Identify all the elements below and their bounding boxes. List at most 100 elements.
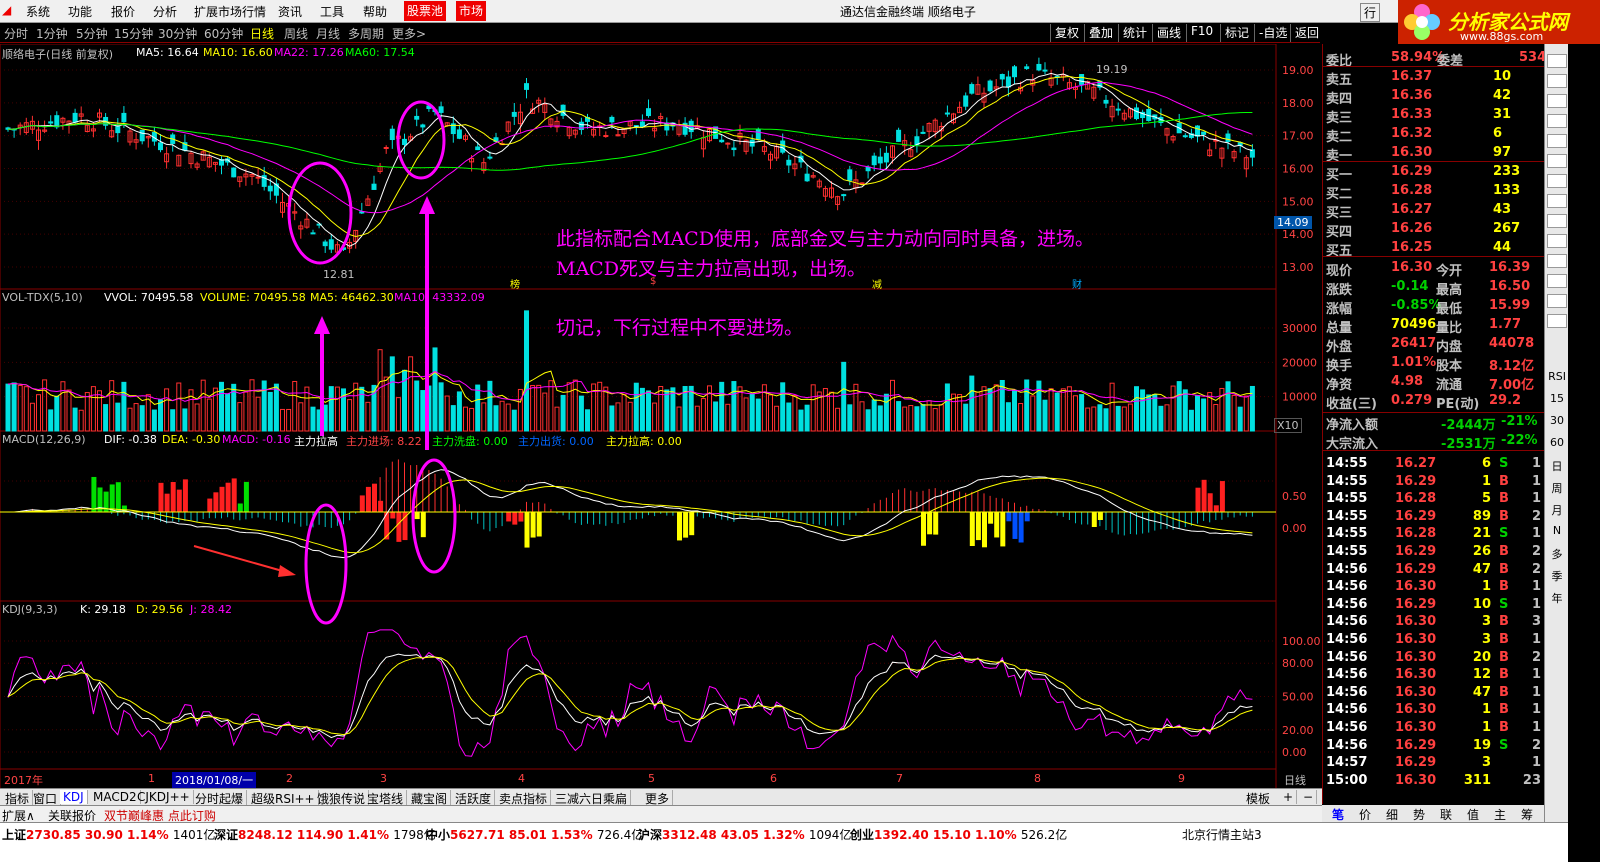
quote-panel-tab[interactable]: 势 [1413,806,1425,823]
side-period-button[interactable]: N [1547,524,1567,538]
side-period-button[interactable]: 季 [1547,568,1567,583]
period-tab[interactable]: 月线 [316,25,340,42]
quote-panel-tab[interactable]: 细 [1386,806,1398,823]
side-tool-icon[interactable] [1547,74,1567,88]
server-label[interactable]: 北京行情主站3 [1182,826,1262,843]
y-tick-label: 18.00 [1282,97,1314,110]
market-button[interactable]: 市场 [456,1,487,21]
side-tool-icon[interactable] [1547,174,1567,188]
volume-bar [1018,403,1024,432]
menu-item[interactable]: 资讯 [278,3,302,20]
period-tab[interactable]: 多周期 [348,25,384,42]
menu-item[interactable]: 功能 [68,3,92,20]
period-tab[interactable]: 30分钟 [158,25,197,42]
side-tool-icon[interactable] [1547,194,1567,208]
chart-canvas[interactable]: 19.00 18.00 17.00 16.00 15.00 14.00 13.00 30000… [0,44,1322,789]
side-tool-icon[interactable] [1547,294,1567,308]
side-period-button[interactable]: 15 [1547,392,1567,406]
j-label: J: 28.42 [190,603,232,616]
menu-item[interactable]: 扩展市场行情 [194,3,266,20]
period-tab[interactable]: 60分钟 [204,25,243,42]
menu-item[interactable]: 工具 [320,3,344,20]
event-marker[interactable]: 减 [872,276,882,291]
stat-row: 净资 4.98 流通 7.00亿 [1326,374,1535,393]
stock-chart-title: 顺络电子(日线 前复权) [2,48,114,61]
dea-label: DEA: -0.30 [162,433,221,446]
volume-bar [176,382,182,432]
stock-pool-button[interactable]: 股票池 [404,1,447,21]
period-tab[interactable]: 15分钟 [114,25,153,42]
d-label: D: 29.56 [136,603,184,616]
side-tool-icon[interactable] [1547,54,1567,68]
indicator-tab[interactable]: CJKDJ++ [134,790,194,804]
event-marker[interactable]: 榜 [510,276,520,291]
period-tab[interactable]: 1分钟 [36,25,68,42]
app-icon[interactable]: ◢ [2,3,11,17]
index-quote[interactable]: 创业1392.40 15.10 1.10% 526.2亿 [850,826,1067,843]
candle-body [963,95,969,107]
toolbar-button[interactable]: 画线 [1152,24,1181,42]
side-period-button[interactable]: 日 [1547,458,1567,473]
add-indicator-button[interactable]: + [1280,790,1298,804]
volume-bar [1024,379,1030,432]
menu-item[interactable]: 系统 [26,3,50,20]
index-quote[interactable]: 上证2730.85 30.90 1.14% 1401亿 [2,826,215,843]
side-tool-icon[interactable] [1547,114,1567,128]
toolbar-button[interactable]: 统计 [1118,24,1147,42]
side-period-button[interactable]: 月 [1547,502,1567,517]
toolbar-button[interactable]: 叠加 [1084,24,1113,42]
volume-bar [225,393,231,432]
period-tab[interactable]: 分时 [4,25,28,42]
period-tab-active[interactable]: 日线 [250,25,274,42]
side-tool-icon[interactable] [1547,234,1567,248]
side-tool-icon[interactable] [1547,274,1567,288]
index-quote[interactable]: 中小5627.71 85.01 1.53% 726.4亿 [426,826,643,843]
indicator-tab[interactable]: KDJ [60,790,88,804]
event-marker[interactable]: 财 [1072,276,1082,291]
side-period-button[interactable]: RSI [1547,370,1567,384]
volume-bar [365,401,371,432]
period-tab[interactable]: 周线 [284,25,308,42]
menu-item[interactable]: 帮助 [363,3,387,20]
period-tab[interactable]: 5分钟 [76,25,108,42]
candle-body [1103,99,1109,104]
side-period-button[interactable]: 30 [1547,414,1567,428]
quote-panel-tab[interactable]: 价 [1359,806,1371,823]
candle-body [871,155,877,166]
toolbar-button[interactable]: 返回 [1290,24,1319,42]
quote-panel-tab[interactable]: 筹 [1521,806,1533,823]
side-period-button[interactable]: 年 [1547,590,1567,605]
candle-body [420,124,426,128]
quote-panel-tab[interactable]: 笔 [1332,806,1344,823]
toolbar-button[interactable]: 标记 [1220,24,1249,42]
menu-item[interactable]: 分析 [153,3,177,20]
toolbar-button[interactable]: -自选 [1254,24,1287,42]
remove-indicator-button[interactable]: − [1300,790,1318,804]
side-tool-icon[interactable] [1547,94,1567,108]
side-tool-icon[interactable] [1547,134,1567,148]
candle-body [475,146,481,151]
side-tool-icon[interactable] [1547,214,1567,228]
menu-item[interactable]: 报价 [111,3,135,20]
volume-bar [36,394,41,432]
side-period-button[interactable]: 60 [1547,436,1567,450]
side-tool-icon[interactable] [1547,314,1567,328]
quote-panel-tab[interactable]: 主 [1494,806,1506,823]
side-period-button[interactable]: 多 [1547,546,1567,561]
period-tab[interactable]: 更多> [392,25,426,42]
toolbar-button[interactable]: F10 [1186,24,1213,42]
menu-right-button[interactable]: 行 [1360,3,1381,22]
index-quote[interactable]: 沪深3312.48 43.05 1.32% 1094亿 [638,826,851,843]
volume-bar [133,403,139,432]
quote-panel-tab[interactable]: 值 [1467,806,1479,823]
annotation-arrowhead [314,316,330,334]
chart-area[interactable]: 19.00 18.00 17.00 16.00 15.00 14.00 13.00 30000… [0,44,1322,789]
side-tool-icon[interactable] [1547,254,1567,268]
side-tool-icon[interactable] [1547,154,1567,168]
main-force-bar [994,512,1000,538]
side-period-button[interactable]: 周 [1547,480,1567,495]
template-button[interactable]: 模板 [1246,790,1270,807]
quote-panel-tab[interactable]: 联 [1440,806,1452,823]
index-quote[interactable]: 深证8248.12 114.90 1.41% 1798亿 [214,826,436,843]
toolbar-button[interactable]: 复权 [1050,24,1079,42]
